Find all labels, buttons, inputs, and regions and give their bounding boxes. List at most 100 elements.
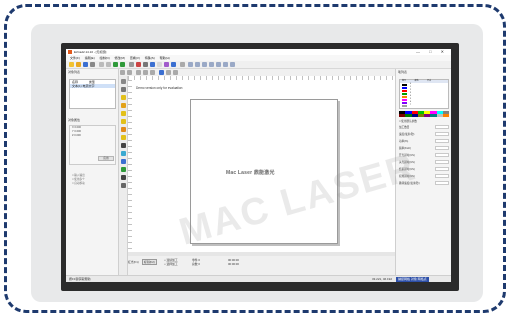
- status-coordinates: 33.221, 46.192: [372, 277, 393, 281]
- param-label: 加工数目: [399, 126, 410, 129]
- status-bar: 按F1键获取帮助 33.221, 46.192 捕捉网格 对象 网格点: [66, 275, 451, 282]
- redo-icon[interactable]: [120, 62, 125, 67]
- color-icon[interactable]: [164, 62, 169, 67]
- param-value-field[interactable]: [435, 174, 449, 178]
- pen-label: 3: [410, 92, 412, 94]
- zoom-in-icon[interactable]: [188, 62, 193, 67]
- zoom-window-icon[interactable]: [202, 62, 207, 67]
- param-value-field[interactable]: [435, 132, 449, 136]
- circle-icon[interactable]: [121, 119, 126, 124]
- param-value-field[interactable]: [435, 160, 449, 164]
- check-selected[interactable]: □ 选择加工: [164, 262, 178, 266]
- param-value-field[interactable]: [435, 125, 449, 129]
- ellipse-icon[interactable]: [121, 127, 126, 132]
- output-port-icon[interactable]: [121, 183, 126, 188]
- menu-draw[interactable]: 绘制(D): [100, 56, 110, 60]
- palette-color[interactable]: [442, 114, 449, 117]
- align-center-icon[interactable]: [127, 70, 132, 75]
- zoom-fit-icon[interactable]: [171, 62, 176, 67]
- pen-rows: 01234567: [400, 83, 448, 107]
- status-snap-mode[interactable]: 捕捉网格 对象 网格点: [396, 277, 429, 282]
- column-color: 颜色: [414, 80, 419, 82]
- zoom-all-icon[interactable]: [209, 62, 214, 67]
- polygon-icon[interactable]: [121, 135, 126, 140]
- horizontal-ruler: [128, 76, 395, 80]
- check-automove[interactable]: □ 自动移动: [72, 182, 85, 186]
- new-file-icon[interactable]: [69, 62, 74, 67]
- menu-special[interactable]: 特殊(S): [145, 56, 155, 60]
- param-row: 加工数目: [399, 125, 449, 129]
- object-props: X 0.000 Y 0.000 Z 0.000 应用: [69, 125, 116, 165]
- app-window: EzCad2.14.10 - [无标题] — □ ✕ 文件(F) 编辑(E) 绘…: [66, 49, 451, 282]
- red-light-button[interactable]: 红光(F1): [128, 260, 139, 264]
- zoom-out-icon[interactable]: [195, 62, 200, 67]
- apply-button[interactable]: 应用: [98, 156, 114, 161]
- menu-modify[interactable]: 修改(M): [115, 56, 126, 60]
- vector-icon[interactable]: [121, 159, 126, 164]
- pen-color-swatch[interactable]: [402, 104, 407, 107]
- total-count[interactable]: 总数 0: [192, 262, 200, 266]
- param-label: 功率(%): [399, 140, 409, 143]
- group-icon[interactable]: [173, 70, 178, 75]
- menu-view[interactable]: 查看(V): [130, 56, 140, 60]
- node-icon[interactable]: [143, 62, 148, 67]
- mirror-icon[interactable]: [166, 70, 171, 75]
- object-list[interactable]: 名称 类型 文本(1) 电源文字: [69, 79, 116, 109]
- hatch-icon[interactable]: [136, 62, 141, 67]
- param-value-field[interactable]: [435, 146, 449, 150]
- print-icon[interactable]: [90, 62, 95, 67]
- grid-icon[interactable]: [157, 62, 162, 67]
- node-edit-icon[interactable]: [121, 87, 126, 92]
- mark-bar: 红光(F1) 标刻(F2) □ 连续加工 □ 选择加工 零件 0 总数 0 00…: [128, 256, 395, 275]
- cut-icon[interactable]: [99, 62, 104, 67]
- mark-options: □ 连续加工 □ 选择加工: [164, 258, 178, 266]
- param-value-field[interactable]: [435, 153, 449, 157]
- menu-file[interactable]: 文件(F): [70, 56, 80, 60]
- copy-icon[interactable]: [106, 62, 111, 67]
- rectangle-icon[interactable]: [121, 111, 126, 116]
- main-toolbar: [66, 61, 451, 69]
- column-switch: 开关: [427, 80, 432, 82]
- list-item[interactable]: 文本(1) 电源文字: [70, 84, 115, 88]
- pen-row[interactable]: 7: [400, 104, 448, 107]
- zoom-page-icon[interactable]: [223, 62, 228, 67]
- select-icon[interactable]: [129, 62, 134, 67]
- undo-icon[interactable]: [113, 62, 118, 67]
- use-default-params[interactable]: □ 使用默认参数: [399, 119, 449, 123]
- input-port-icon[interactable]: [121, 175, 126, 180]
- rotate-icon[interactable]: [159, 70, 164, 75]
- point-icon[interactable]: [121, 95, 126, 100]
- curve-icon[interactable]: [121, 103, 126, 108]
- align-left-icon[interactable]: [120, 70, 125, 75]
- prop-row-z[interactable]: Z 0.000: [70, 134, 115, 138]
- menu-help[interactable]: 帮助(H): [160, 56, 170, 60]
- param-value-field[interactable]: [435, 167, 449, 171]
- pen-table[interactable]: 笔号 颜色 开关 01234567: [399, 79, 449, 109]
- menu-edit[interactable]: 编辑(E): [85, 56, 95, 60]
- object-list-header: 对象列表: [68, 70, 81, 74]
- column-pen: 笔号: [402, 80, 407, 82]
- pen-label: 7: [410, 104, 412, 106]
- pointer-icon[interactable]: [121, 79, 126, 84]
- open-file-icon[interactable]: [76, 62, 81, 67]
- text-icon[interactable]: [121, 143, 126, 148]
- io-options: □ 输入输出 □ 使用多个 □ 自动移动: [72, 174, 85, 186]
- object-list-panel: 对象列表 名称 类型 文本(1) 电源文字 对象属性 X 0.000 Y 0.0…: [66, 69, 119, 275]
- timer-icon[interactable]: [121, 167, 126, 172]
- bitmap-icon[interactable]: [121, 151, 126, 156]
- align-top-icon[interactable]: [143, 70, 148, 75]
- mark-button[interactable]: 标刻(F2): [142, 259, 157, 265]
- evaluation-notice: Demo version only for evaluation: [136, 86, 183, 90]
- array-icon[interactable]: [150, 62, 155, 67]
- zoom-reset-icon[interactable]: [230, 62, 235, 67]
- align-bottom-icon[interactable]: [150, 70, 155, 75]
- save-icon[interactable]: [83, 62, 88, 67]
- param-value-field[interactable]: [435, 181, 449, 185]
- align-right-icon[interactable]: [136, 70, 141, 75]
- zoom-object-icon[interactable]: [216, 62, 221, 67]
- param-value-field[interactable]: [435, 139, 449, 143]
- mac-laser-logo[interactable]: Mac Laser 鼎能激光: [226, 169, 275, 176]
- secondary-toolbar: [118, 69, 388, 76]
- help-icon[interactable]: [180, 62, 185, 67]
- param-row: 速度(毫米/秒): [399, 132, 449, 136]
